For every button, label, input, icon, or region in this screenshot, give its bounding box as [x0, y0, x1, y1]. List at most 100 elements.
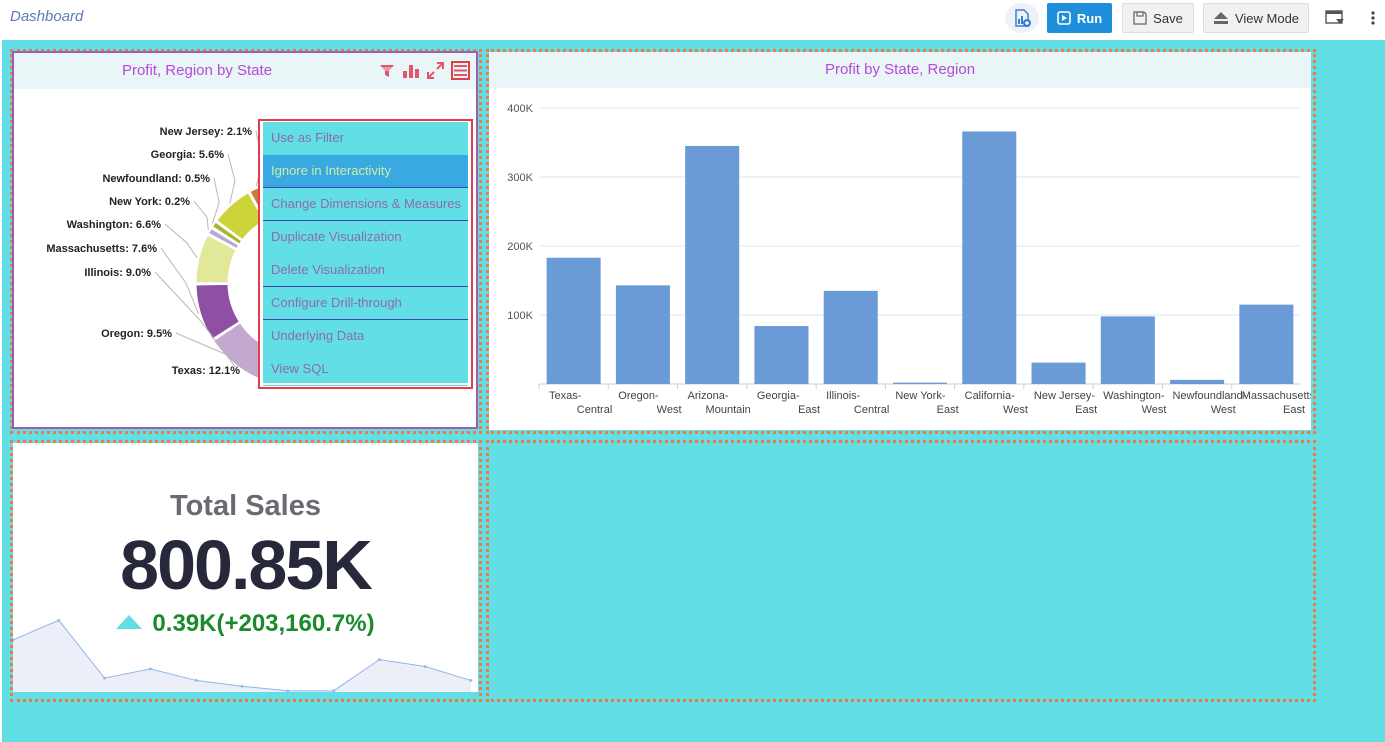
- menu-item[interactable]: Underlying Data: [263, 320, 468, 353]
- bar[interactable]: [1100, 316, 1155, 384]
- kpi-delta-text: 0.39K(+203,160.7%): [152, 610, 375, 637]
- save-icon: [1133, 11, 1147, 25]
- dashboard-canvas: Profit, Region by State New Jersey: 2.1%…: [2, 40, 1385, 742]
- run-label: Run: [1076, 10, 1103, 26]
- save-label: Save: [1153, 10, 1183, 26]
- x-tick-label: Washington-: [1103, 390, 1165, 402]
- pie-slice-label: New York: 0.2%: [109, 196, 190, 208]
- bar-panel-title: Profit by State, Region: [489, 52, 1311, 88]
- hamburger-icon: [454, 65, 467, 76]
- y-tick-label: 200K: [507, 241, 533, 253]
- pie-slice-label: Illinois: 9.0%: [84, 267, 151, 279]
- add-visualization-button[interactable]: [1005, 3, 1039, 33]
- more-options-button[interactable]: [1366, 3, 1380, 33]
- x-tick-label: Oregon-: [618, 390, 659, 402]
- sparkline-point: [378, 658, 381, 661]
- bar[interactable]: [754, 326, 809, 384]
- kpi-delta: 0.39K(+203,160.7%): [13, 610, 478, 638]
- pie-slice-label: Georgia: 5.6%: [151, 149, 225, 161]
- sparkline-point: [240, 684, 244, 688]
- x-tick-label: California-: [965, 390, 1015, 402]
- y-tick-label: 400K: [507, 103, 533, 115]
- panel-toolbar: [379, 61, 470, 80]
- bar[interactable]: [685, 145, 740, 384]
- display-settings-button[interactable]: [1322, 3, 1348, 33]
- bar[interactable]: [615, 285, 670, 384]
- bar[interactable]: [1170, 379, 1225, 384]
- x-tick-label: New York-: [895, 390, 945, 402]
- save-button[interactable]: Save: [1122, 3, 1194, 33]
- sparkline-point: [469, 679, 473, 682]
- expand-icon[interactable]: [427, 62, 444, 79]
- menu-item[interactable]: View SQL: [263, 353, 468, 386]
- pie-leader-line: [227, 153, 236, 204]
- x-tick-label: East: [798, 404, 820, 416]
- x-tick-label: West: [1142, 404, 1167, 416]
- x-tick-label: East: [1075, 404, 1097, 416]
- x-tick-label: Illinois-: [826, 390, 861, 402]
- bar-chart: 400K 300K 200K 100K Texas- Central Oregon- West…: [507, 103, 1311, 416]
- bar[interactable]: [823, 290, 878, 384]
- bar-chart-icon[interactable]: [402, 63, 420, 79]
- y-tick-label: 100K: [507, 310, 533, 322]
- kpi-value: 800.85K: [120, 526, 373, 604]
- run-button[interactable]: Run: [1047, 3, 1112, 33]
- x-tick-label: Mountain: [706, 404, 751, 416]
- filter-icon[interactable]: [379, 63, 395, 79]
- menu-item[interactable]: Delete Visualization: [263, 254, 468, 287]
- pie-leader-line: [164, 223, 198, 259]
- panel-menu-button[interactable]: [451, 61, 470, 80]
- pie-slice-label: Newfoundland: 0.5%: [102, 173, 210, 185]
- x-tick-label: Texas-: [549, 390, 582, 402]
- x-tick-label: West: [1003, 404, 1028, 416]
- x-tick-label: New Jersey-: [1034, 390, 1095, 402]
- pie-leader-line: [193, 200, 209, 230]
- trend-up-icon: [116, 615, 143, 629]
- pie-leader-line: [211, 177, 220, 224]
- pie-slice-label: Massachusetts: 7.6%: [46, 243, 157, 255]
- eject-icon: [1213, 12, 1228, 24]
- kpi-panel[interactable]: Total Sales 800.85K 0.39K(+203,160.7%): [13, 443, 478, 692]
- menu-item[interactable]: Change Dimensions & Measures: [263, 188, 468, 221]
- y-tick-label: 300K: [507, 172, 533, 184]
- top-toolbar: Dashboard Run Save View Mode: [0, 0, 1385, 40]
- pie-slice-label: Washington: 6.6%: [67, 219, 162, 231]
- window-filter-icon: [1325, 10, 1344, 24]
- context-menu-list: Use as Filter Ignore in Interactivity Chan…: [263, 122, 468, 386]
- x-tick-label: Central: [854, 404, 889, 416]
- x-tick-label: Georgia-: [757, 390, 800, 402]
- x-tick-label: Newfoundland-: [1172, 390, 1246, 402]
- vertical-dots-icon: [1371, 11, 1375, 25]
- bar-chart-panel[interactable]: Profit by State, Region 400K 300K 200K 100K…: [489, 52, 1311, 430]
- x-tick-label: Massachusetts-: [1242, 390, 1311, 402]
- sparkline-point: [286, 689, 290, 692]
- sparkline-point: [103, 676, 106, 680]
- x-tick-label: West: [657, 404, 682, 416]
- x-tick-label: Central: [577, 404, 612, 416]
- menu-item[interactable]: Use as Filter: [263, 122, 468, 155]
- view-mode-button[interactable]: View Mode: [1203, 3, 1309, 33]
- menu-item[interactable]: Ignore in Interactivity: [263, 155, 468, 188]
- bar[interactable]: [546, 257, 601, 384]
- pie-leader-line: [160, 247, 200, 314]
- bar[interactable]: [1239, 304, 1294, 384]
- sparkline-point: [149, 667, 152, 671]
- sparkline-point: [423, 665, 427, 668]
- bar[interactable]: [892, 382, 948, 384]
- pie-slice-label: Texas: 12.1%: [172, 365, 241, 377]
- panel-context-menu: Use as Filter Ignore in Interactivity Chan…: [258, 119, 473, 389]
- bar[interactable]: [1031, 362, 1086, 384]
- add-chart-icon: [1015, 9, 1031, 27]
- x-tick-label: West: [1211, 404, 1236, 416]
- menu-item[interactable]: Configure Drill-through: [263, 287, 468, 320]
- menu-item[interactable]: Duplicate Visualization: [263, 221, 468, 254]
- sparkline-point: [194, 679, 198, 682]
- pie-slice-label: New Jersey: 2.1%: [160, 126, 253, 138]
- grid-cell-empty[interactable]: [486, 440, 1316, 702]
- pie-slice-label: Oregon: 9.5%: [101, 328, 172, 340]
- x-tick-label: East: [1283, 404, 1305, 416]
- dashboard-title: Dashboard: [10, 8, 84, 25]
- bar[interactable]: [962, 131, 1017, 384]
- play-icon: [1057, 11, 1071, 25]
- view-mode-label: View Mode: [1234, 10, 1300, 26]
